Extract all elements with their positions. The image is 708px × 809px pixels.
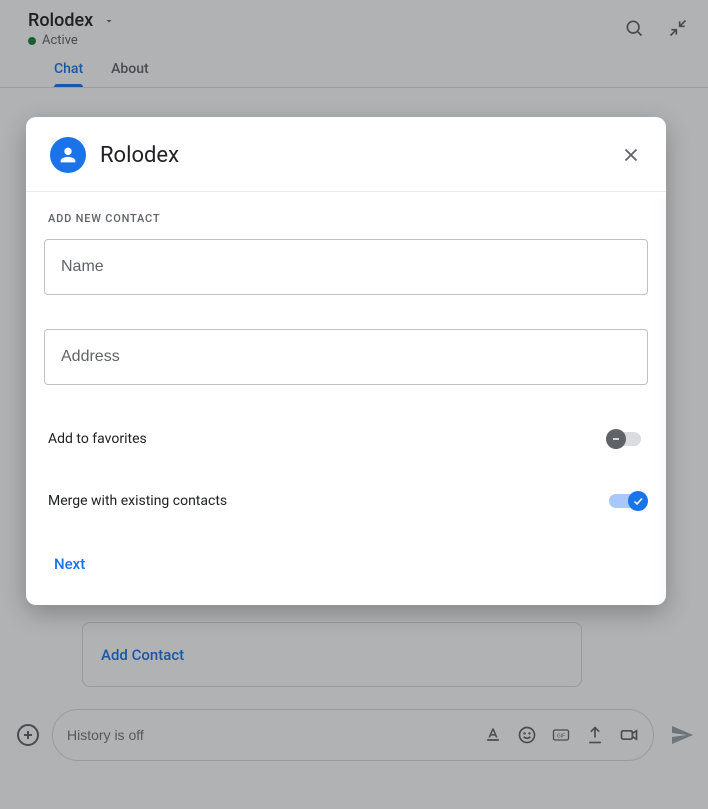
close-icon[interactable]: [620, 144, 642, 166]
dialog-body: ADD NEW CONTACT Add to favorites Merge w…: [26, 192, 666, 605]
dialog-title: Rolodex: [100, 143, 606, 168]
favorites-row: Add to favorites: [44, 419, 648, 459]
dialog-header: Rolodex: [26, 117, 666, 192]
person-icon: [50, 137, 86, 173]
section-label: ADD NEW CONTACT: [44, 212, 648, 225]
address-field[interactable]: [44, 329, 648, 385]
add-contact-dialog: Rolodex ADD NEW CONTACT Add to favorites: [26, 117, 666, 605]
name-field[interactable]: [44, 239, 648, 295]
favorites-label: Add to favorites: [48, 431, 147, 447]
merge-row: Merge with existing contacts: [44, 481, 648, 521]
next-button[interactable]: Next: [44, 547, 95, 581]
favorites-toggle[interactable]: [606, 429, 644, 449]
minus-icon: [606, 429, 626, 449]
merge-label: Merge with existing contacts: [48, 493, 227, 509]
check-icon: [628, 491, 648, 511]
merge-toggle[interactable]: [606, 491, 644, 511]
app-root: Rolodex Active Chat About Add Contact: [0, 0, 708, 809]
